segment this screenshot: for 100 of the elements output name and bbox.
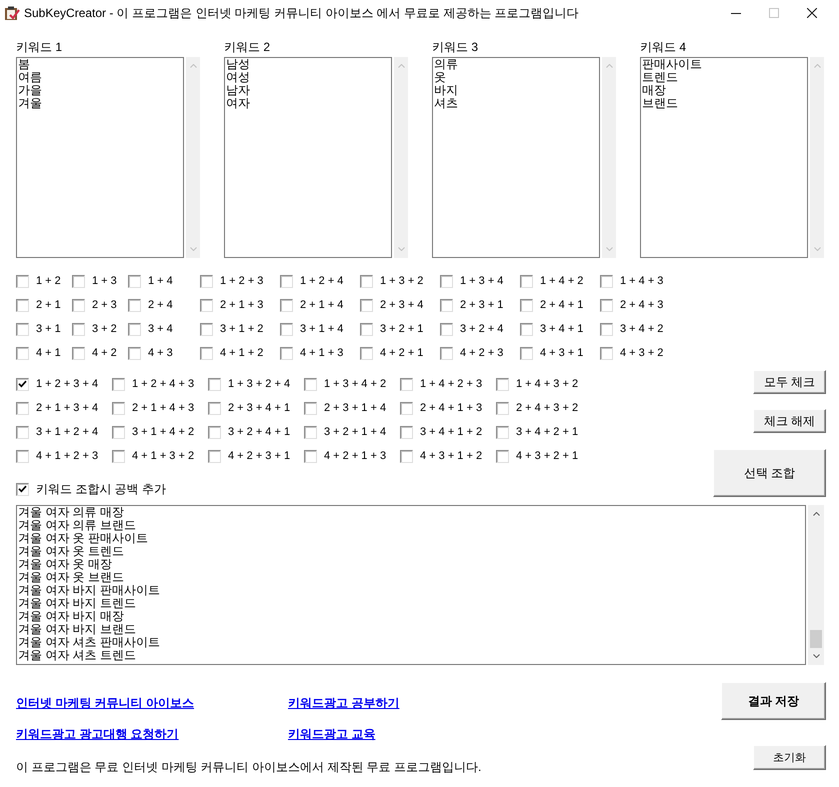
checkbox[interactable] — [360, 346, 373, 360]
text-link[interactable]: 인터넷 마케팅 커뮤니티 아이보스 — [16, 695, 194, 711]
checkbox[interactable] — [600, 346, 613, 360]
checkbox[interactable] — [600, 274, 613, 288]
checkbox-label[interactable]: 2 + 4 + 3 — [620, 298, 664, 312]
checkbox-label[interactable]: 3 + 2 + 4 — [460, 322, 504, 336]
checkbox-label[interactable]: 3 + 4 + 1 — [540, 322, 584, 336]
checkbox-label[interactable]: 2 + 4 + 1 + 3 — [420, 401, 482, 415]
checkbox-label[interactable]: 2 + 1 + 3 — [220, 298, 264, 312]
checkbox[interactable] — [400, 378, 413, 390]
checkbox[interactable] — [128, 322, 141, 336]
text-link[interactable]: 키워드광고 공부하기 — [288, 695, 400, 711]
checkbox-label[interactable]: 키워드 조합시 공백 추가 — [36, 482, 166, 496]
scrollbar[interactable] — [808, 505, 824, 665]
chevron-up-icon[interactable] — [812, 512, 820, 516]
checkbox-label[interactable]: 4 + 3 — [148, 346, 173, 360]
checkbox[interactable] — [128, 346, 141, 360]
checkbox[interactable] — [208, 426, 221, 438]
checkbox-label[interactable]: 2 + 1 — [36, 298, 61, 312]
checkbox[interactable] — [496, 426, 509, 438]
checkbox-label[interactable]: 1 + 4 — [148, 274, 173, 288]
checkbox[interactable] — [208, 450, 221, 462]
checkbox-label[interactable]: 1 + 2 — [36, 274, 61, 288]
checkbox[interactable] — [208, 402, 221, 414]
checkbox-label[interactable]: 4 + 2 — [92, 346, 117, 360]
checkbox[interactable] — [520, 346, 533, 360]
checkbox[interactable] — [280, 322, 293, 336]
checkbox-label[interactable]: 3 + 4 + 1 + 2 — [420, 425, 482, 439]
list-item[interactable]: 브랜드 — [642, 97, 678, 110]
keyword-listbox[interactable]: 봄 여름 가을 겨울 — [16, 57, 184, 258]
checkbox[interactable] — [200, 298, 213, 312]
checkbox-label[interactable]: 2 + 1 + 4 + 3 — [132, 401, 194, 415]
list-item[interactable]: 남성 — [226, 58, 250, 71]
checkbox-label[interactable]: 1 + 4 + 3 + 2 — [516, 377, 578, 391]
list-item[interactable]: 여름 — [18, 71, 42, 84]
uncheck-all-button[interactable]: 체크 해제 — [753, 409, 826, 433]
checkbox-label[interactable]: 3 + 4 — [148, 322, 173, 336]
list-item[interactable]: 의류 — [434, 58, 458, 71]
checkbox[interactable] — [72, 346, 85, 360]
checkbox-label[interactable]: 2 + 4 + 1 — [540, 298, 584, 312]
checkbox[interactable] — [16, 274, 29, 288]
save-button[interactable]: 결과 저장 — [721, 682, 826, 720]
checkbox-label[interactable]: 4 + 2 + 3 — [460, 346, 504, 360]
checkbox-label[interactable]: 4 + 3 + 2 + 1 — [516, 449, 578, 463]
list-item[interactable]: 트렌드 — [642, 71, 678, 84]
checkbox-label[interactable]: 2 + 4 — [148, 298, 173, 312]
list-item[interactable]: 가을 — [18, 84, 42, 97]
checkbox[interactable] — [72, 274, 85, 288]
combine-button[interactable]: 선택 조합 — [713, 449, 826, 497]
checkbox[interactable] — [360, 298, 373, 312]
checkbox[interactable] — [112, 402, 125, 414]
checkbox[interactable] — [400, 450, 413, 462]
keyword-listbox[interactable]: 판매사이트 트렌드 매장 브랜드 — [640, 57, 808, 258]
checkbox[interactable] — [16, 402, 29, 414]
check-all-button[interactable]: 모두 체크 — [753, 370, 826, 394]
checkbox-label[interactable]: 4 + 3 + 1 + 2 — [420, 449, 482, 463]
chevron-down-icon[interactable] — [812, 654, 820, 658]
checkbox[interactable] — [280, 346, 293, 360]
checkbox-label[interactable]: 1 + 3 — [92, 274, 117, 288]
checkbox[interactable] — [280, 274, 293, 288]
checkbox[interactable] — [304, 378, 317, 390]
checkbox-label[interactable]: 2 + 4 + 3 + 2 — [516, 401, 578, 415]
checkbox[interactable] — [128, 274, 141, 288]
checkbox-label[interactable]: 2 + 3 + 1 — [460, 298, 504, 312]
checkbox-label[interactable]: 1 + 4 + 2 — [540, 274, 584, 288]
checkbox[interactable] — [16, 482, 29, 496]
checkbox-label[interactable]: 4 + 3 + 2 — [620, 346, 664, 360]
checkbox-label[interactable]: 3 + 1 + 2 + 4 — [36, 425, 98, 439]
checkbox-label[interactable]: 1 + 4 + 2 + 3 — [420, 377, 482, 391]
checkbox-label[interactable]: 2 + 3 + 1 + 4 — [324, 401, 386, 415]
checkbox[interactable] — [520, 274, 533, 288]
checkbox-label[interactable]: 2 + 3 — [92, 298, 117, 312]
list-item[interactable]: 셔츠 — [434, 97, 458, 110]
checkbox-label[interactable]: 3 + 2 + 1 — [380, 322, 424, 336]
checkbox-label[interactable]: 4 + 1 + 2 + 3 — [36, 449, 98, 463]
reset-button[interactable]: 초기화 — [753, 745, 826, 770]
checkbox-label[interactable]: 4 + 1 + 3 — [300, 346, 344, 360]
checkbox[interactable] — [496, 402, 509, 414]
checkbox[interactable] — [360, 322, 373, 336]
checkbox-label[interactable]: 1 + 2 + 3 + 4 — [36, 377, 98, 391]
checkbox[interactable] — [400, 402, 413, 414]
checkbox-label[interactable]: 3 + 2 + 1 + 4 — [324, 425, 386, 439]
checkbox[interactable] — [16, 346, 29, 360]
checkbox-label[interactable]: 1 + 2 + 4 + 3 — [132, 377, 194, 391]
checkbox[interactable] — [304, 426, 317, 438]
list-item[interactable]: 매장 — [642, 84, 666, 97]
checkbox-label[interactable]: 3 + 4 + 2 + 1 — [516, 425, 578, 439]
checkbox-label[interactable]: 1 + 2 + 4 — [300, 274, 344, 288]
checkbox-label[interactable]: 3 + 1 + 2 — [220, 322, 264, 336]
checkbox-label[interactable]: 4 + 1 + 2 — [220, 346, 264, 360]
checkbox-label[interactable]: 3 + 1 + 4 — [300, 322, 344, 336]
result-list[interactable]: 겨울 여자 의류 매장 겨울 여자 의류 브랜드 겨울 여자 옷 판매사이트 겨울 여자 옷 트렌드 겨울 여자 옷 매장 겨울 여자 옷 브랜드 겨울 여자 바지 판매사이트 겨울 여자 바지 트렌드 겨울 여자 바지 매장 겨울 여자 바지 브랜드 겨울 여자 셔츠 판매사이트 겨울 여자 셔츠 트렌드 — [16, 505, 806, 665]
checkbox-label[interactable]: 1 + 3 + 4 — [460, 274, 504, 288]
checkbox-label[interactable]: 3 + 2 + 4 + 1 — [228, 425, 290, 439]
checkbox-label[interactable]: 1 + 3 + 4 + 2 — [324, 377, 386, 391]
list-item[interactable]: 판매사이트 — [642, 58, 702, 71]
checkbox[interactable] — [600, 322, 613, 336]
checkbox[interactable] — [16, 450, 29, 462]
checkbox[interactable] — [304, 450, 317, 462]
scrollbar-thumb[interactable] — [810, 630, 822, 648]
